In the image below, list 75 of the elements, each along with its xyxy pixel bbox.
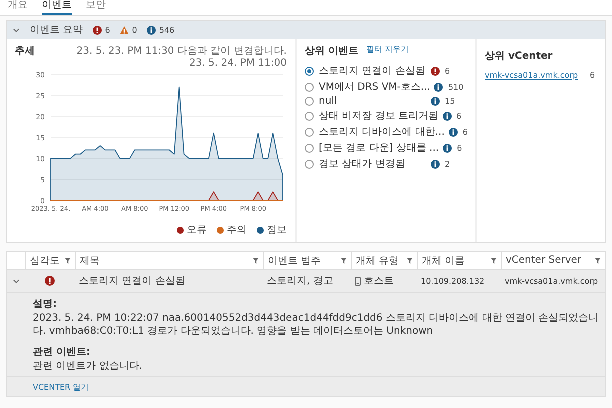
filter-icon[interactable] [65, 258, 71, 264]
panel-title: 상위 vCenter [485, 51, 553, 62]
filter-icon[interactable] [595, 258, 601, 264]
vcenter-name-link[interactable]: vmk-vcsa01a.vmk.corp [485, 71, 578, 80]
filter-icon[interactable] [253, 258, 259, 264]
count: 6 [105, 26, 110, 34]
error-icon [431, 66, 440, 76]
error-icon [45, 276, 55, 286]
event-label[interactable]: VM에서 DRS VM-호스... [319, 80, 430, 94]
event-count: 6 [457, 144, 464, 152]
event-count: 6 [462, 128, 469, 136]
column-header[interactable]: 심각도 [25, 252, 75, 269]
legend-label: 주의 [227, 224, 247, 237]
table-row[interactable]: 스토리지 연결이 손실됨 스토리지, 경고 호스트 10.109.208.132 vmk-vcsa01a.vmk.corp [7, 270, 605, 292]
summary-title[interactable]: 이벤트 요약 [30, 23, 84, 37]
panel-title: 추세 [15, 45, 35, 58]
radio-button[interactable] [305, 97, 314, 106]
column-header[interactable]: 이벤트 범주 [263, 252, 351, 269]
event-label[interactable]: 스토리지 연결이 손실됨 [319, 64, 427, 78]
table-cell-text: 스토리지, 경고 [266, 275, 334, 288]
info-icon [434, 82, 444, 92]
vcenter-count: 6 [590, 71, 596, 80]
info-icon [147, 26, 156, 34]
object-type: 호스트 [364, 275, 394, 288]
error-icon [93, 26, 102, 34]
filter-icon[interactable] [407, 258, 413, 264]
radio-button[interactable] [305, 128, 314, 136]
description-label: 설명: [33, 298, 58, 311]
related-label: 관련 이벤트: [33, 346, 92, 359]
panel-title: 상위 이벤트 [305, 45, 358, 58]
filter-icon[interactable] [491, 258, 497, 264]
event-label[interactable]: 경보 상태가 변경됨 [319, 157, 427, 171]
tab[interactable]: 개요 [8, 0, 28, 15]
event-label[interactable]: 상태 비저장 경보 트리거됨 [319, 109, 439, 123]
info-icon [431, 160, 440, 168]
event-count: 6 [456, 112, 463, 120]
info-icon [442, 112, 452, 120]
event-count: 2 [445, 160, 452, 168]
event-count: 6 [445, 66, 452, 76]
event-count: 510 [448, 82, 465, 92]
table-cell-text: 스토리지 연결이 손실됨 [78, 275, 186, 288]
chevron-icon[interactable] [13, 26, 20, 34]
tab[interactable]: 이벤트 [42, 0, 72, 15]
expand-chevron-icon[interactable] [12, 278, 20, 284]
legend-label: 오류 [187, 224, 207, 237]
clear-filter-link[interactable]: 필터 지우기 [366, 44, 410, 55]
event-label[interactable]: 스토리지 디바이스에 대한... [319, 125, 445, 139]
column-header[interactable]: vCenter Server [501, 252, 605, 269]
radio-button[interactable] [305, 82, 314, 92]
filter-icon[interactable] [341, 258, 347, 264]
radio-button[interactable] [305, 112, 314, 120]
event-label[interactable]: [모든 경로 다운] 상태를 ... [319, 141, 440, 155]
info-icon [431, 97, 440, 106]
table-cell-text: vmk-vcsa01a.vmk.corp [504, 276, 600, 286]
open-vcenter-link[interactable]: VCENTER 열기 [33, 383, 90, 392]
time-range: 23. 5. 23. PM 11:30 다음과 같이 변경합니다. 23. 5. 24. PM 11:00 [76, 45, 287, 69]
tab[interactable]: 보안 [86, 0, 106, 15]
event-count: 15 [445, 97, 456, 106]
column-header[interactable]: 개체 이름 [417, 252, 501, 269]
info-icon [443, 144, 452, 152]
legend-label: 정보 [267, 224, 287, 237]
description-text: 2023. 5. 24. PM 10:22:07 naa.600140552d3d443deac1d44fdd9c1dd6 스토리지 디바이스에 대한 연결이 손실되었습니다. vmhba68:C0:T0:L1 경로가 다운되었습니다. 영향을 받는 데이터스토어는 Unknown [33, 312, 599, 338]
warning-icon [120, 26, 130, 34]
info-icon [448, 128, 458, 136]
column-header[interactable]: 개체 유형 [351, 252, 417, 269]
table-cell-text: 10.109.208.132 [420, 276, 486, 286]
radio-button[interactable] [305, 66, 314, 76]
event-label[interactable]: null [319, 96, 427, 107]
related-text: 관련 이벤트가 없습니다. [33, 360, 144, 373]
count: 0 [132, 26, 138, 34]
host-icon [355, 276, 361, 286]
column-header[interactable]: 제목 [75, 252, 263, 269]
radio-button[interactable] [305, 144, 314, 152]
count: 546 [159, 26, 175, 34]
radio-button[interactable] [305, 160, 314, 168]
